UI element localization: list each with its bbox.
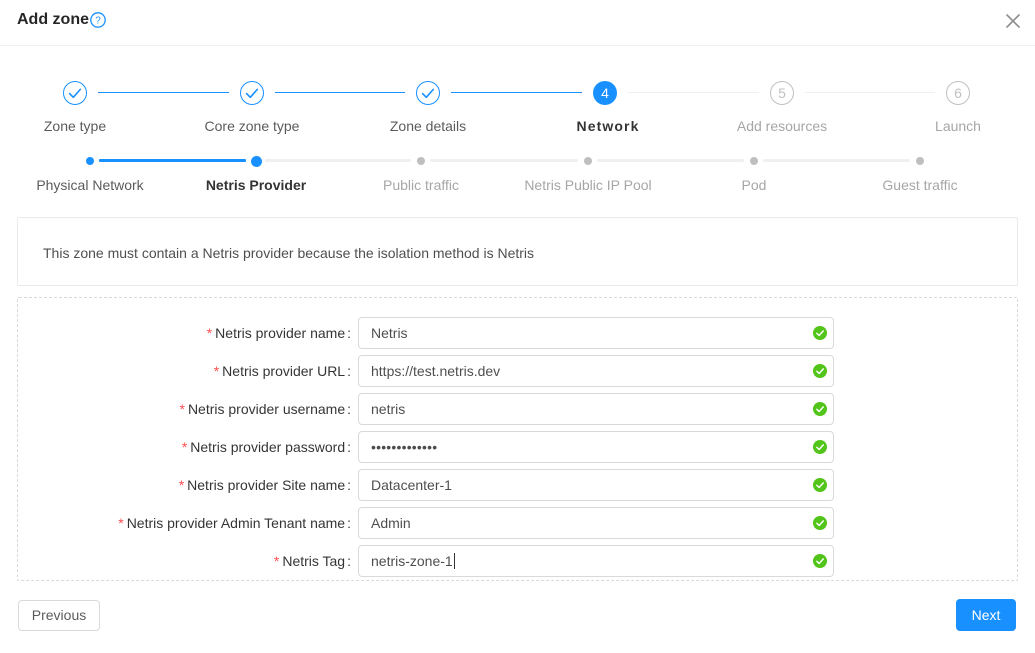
svg-text:?: ? xyxy=(95,16,101,27)
